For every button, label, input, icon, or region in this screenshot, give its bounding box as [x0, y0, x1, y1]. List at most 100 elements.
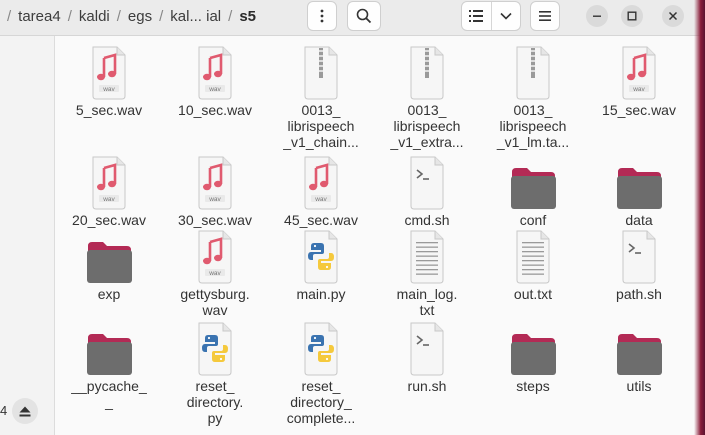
file-name-line: _ [105, 394, 113, 410]
file-name-line: cmd.sh [404, 212, 450, 228]
file-name: utils [586, 378, 692, 394]
file-icon-wrapper [480, 228, 586, 284]
file-icon-wrapper [162, 320, 268, 376]
maximize-icon [627, 11, 637, 21]
file-name: conf [480, 212, 586, 228]
python-file-icon [304, 230, 338, 284]
search-button[interactable] [347, 1, 381, 31]
file-item[interactable]: wav 5_sec.wav [56, 44, 162, 118]
file-item[interactable]: wav 30_sec.wav [162, 154, 268, 228]
header-bar: / tarea4 / kaldi / egs / kal... ial / s5 [0, 0, 705, 36]
audio-wav-icon: wav [198, 230, 232, 284]
text-file-icon [516, 230, 550, 284]
file-icon-wrapper [480, 154, 586, 210]
file-name-line: 0013_ [407, 102, 447, 118]
file-name-line: directory_ [290, 394, 352, 410]
folder-icon [87, 334, 132, 375]
breadcrumb-item-tarea4[interactable]: tarea4 [18, 8, 61, 25]
file-name: run.sh [374, 378, 480, 394]
desktop-edge [694, 0, 705, 435]
file-name-line: utils [626, 378, 652, 394]
archive-zip-icon [516, 46, 550, 100]
audio-wav-icon: wav [304, 156, 338, 210]
file-item[interactable]: wav gettysburg. wav [162, 228, 268, 318]
file-icon-wrapper [586, 154, 692, 210]
file-name: path.sh [586, 286, 692, 302]
file-item[interactable]: exp [56, 228, 162, 302]
file-name-line: __pycache_ [71, 378, 147, 394]
more-options-button[interactable] [307, 1, 337, 31]
file-item[interactable]: utils [586, 320, 692, 394]
file-icon-wrapper [374, 154, 480, 210]
breadcrumb-item-kaldi[interactable]: kaldi [79, 8, 110, 25]
file-item[interactable]: reset_ directory. py [162, 320, 268, 426]
file-name-line: _v1_extra... [390, 134, 464, 150]
file-item[interactable]: main_log. txt [374, 228, 480, 318]
breadcrumb-item-egs[interactable]: egs [128, 8, 152, 25]
file-item[interactable]: cmd.sh [374, 154, 480, 228]
file-name-line: 30_sec.wav [178, 212, 252, 228]
file-name-line: 15_sec.wav [602, 102, 676, 118]
svg-text:wav: wav [208, 270, 221, 277]
file-item[interactable]: wav 20_sec.wav [56, 154, 162, 228]
close-button[interactable] [662, 5, 684, 27]
file-icon-wrapper: wav [162, 154, 268, 210]
svg-text:wav: wav [102, 196, 115, 203]
breadcrumb-separator: / [228, 7, 233, 25]
breadcrumb-item-s5[interactable]: s5 [239, 8, 256, 25]
breadcrumb-separator: / [7, 7, 12, 25]
file-item[interactable]: 0013_ librispeech _v1_chain... [268, 44, 374, 150]
file-item[interactable]: __pycache_ _ [56, 320, 162, 410]
file-item[interactable]: reset_ directory_ complete... [268, 320, 374, 426]
file-name: exp [56, 286, 162, 302]
file-name: data [586, 212, 692, 228]
search-icon [356, 8, 372, 24]
file-item[interactable]: 0013_ librispeech _v1_extra... [374, 44, 480, 150]
view-options-button[interactable] [492, 2, 520, 30]
file-name-line: 0013_ [513, 102, 553, 118]
file-name-line: 10_sec.wav [178, 102, 252, 118]
file-name: cmd.sh [374, 212, 480, 228]
file-item[interactable]: conf [480, 154, 586, 228]
file-name-line: 20_sec.wav [72, 212, 146, 228]
file-icon-wrapper [268, 228, 374, 284]
file-item[interactable]: path.sh [586, 228, 692, 302]
chevron-down-icon [500, 12, 512, 20]
file-name: 30_sec.wav [162, 212, 268, 228]
file-name: reset_ directory. py [162, 378, 268, 426]
main-menu-button[interactable] [530, 1, 560, 31]
file-icon-wrapper [268, 44, 374, 100]
file-icon-wrapper: wav [586, 44, 692, 100]
file-icon-wrapper: wav [162, 44, 268, 100]
list-view-button[interactable] [462, 2, 492, 30]
file-item[interactable]: wav 15_sec.wav [586, 44, 692, 118]
file-name-line: directory. [186, 394, 244, 410]
file-item[interactable]: wav 10_sec.wav [162, 44, 268, 118]
breadcrumb-item-collapsed[interactable]: kal... ial [170, 8, 221, 25]
svg-text:wav: wav [208, 196, 221, 203]
file-icon-wrapper [56, 228, 162, 284]
file-name: 20_sec.wav [56, 212, 162, 228]
file-icon-wrapper: wav [56, 44, 162, 100]
file-item[interactable]: out.txt [480, 228, 586, 302]
file-item[interactable]: wav 45_sec.wav [268, 154, 374, 228]
file-icon-wrapper [480, 320, 586, 376]
file-item[interactable]: run.sh [374, 320, 480, 394]
breadcrumb-separator: / [116, 7, 121, 25]
breadcrumb-separator: / [159, 7, 164, 25]
file-name-line: reset_ [301, 378, 341, 394]
maximize-button[interactable] [621, 5, 643, 27]
folder-icon [87, 242, 132, 283]
file-item[interactable]: 0013_ librispeech _v1_lm.ta... [480, 44, 586, 150]
eject-button[interactable] [12, 398, 38, 424]
minimize-button[interactable] [586, 5, 608, 27]
file-name-line: run.sh [407, 378, 447, 394]
audio-wav-icon: wav [198, 46, 232, 100]
text-file-icon [410, 230, 444, 284]
svg-text:wav: wav [632, 86, 645, 93]
file-item[interactable]: data [586, 154, 692, 228]
file-name: 0013_ librispeech _v1_lm.ta... [480, 102, 586, 150]
python-file-icon [198, 322, 232, 376]
file-item[interactable]: main.py [268, 228, 374, 302]
file-item[interactable]: steps [480, 320, 586, 394]
